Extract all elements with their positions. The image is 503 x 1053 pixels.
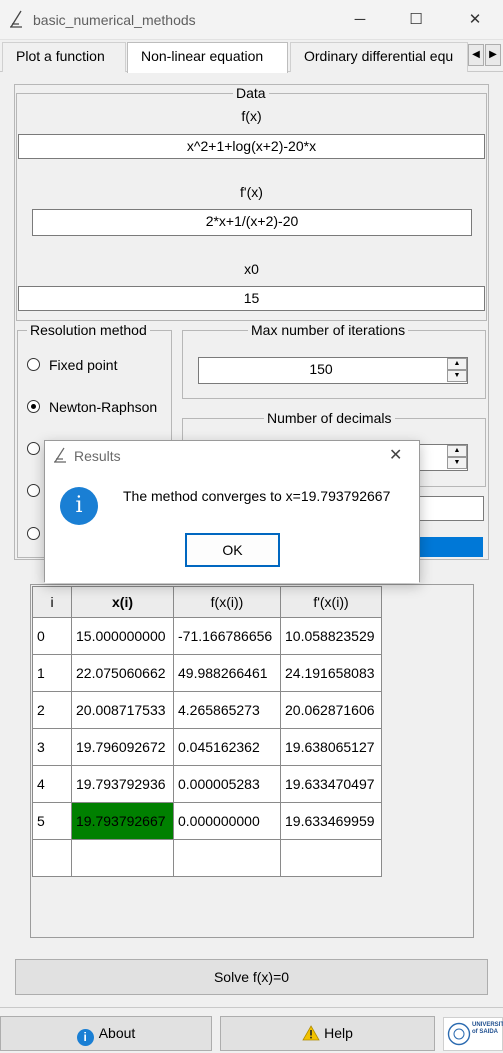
cell-xi[interactable]: 19.796092672	[71, 728, 174, 766]
table-row[interactable]: 2 20.008717533 4.265865273 20.062871606	[32, 691, 382, 729]
cell-fxi[interactable]: 49.988266461	[173, 654, 281, 692]
data-legend: Data	[233, 85, 269, 101]
results-table: i x(i) f(x(i)) f'(x(i)) 0 15.000000000 -…	[30, 584, 474, 938]
cell-dfxi[interactable]: 24.191658083	[280, 654, 382, 692]
table-row[interactable]: 5 19.793792667 0.000000000 19.633469959	[32, 802, 382, 840]
table-row[interactable]: 0 15.000000000 -71.166786656 10.05882352…	[32, 617, 382, 655]
table-row[interactable]: 1 22.075060662 49.988266461 24.191658083	[32, 654, 382, 692]
radio-newton-raphson-circle[interactable]	[27, 400, 40, 413]
cell-xi[interactable]: 15.000000000	[71, 617, 174, 655]
fx-input[interactable]: x^2+1+log(x+2)-20*x	[18, 134, 485, 159]
max-iterations-legend: Max number of iterations	[248, 322, 409, 338]
cell-fxi[interactable]: 4.265865273	[173, 691, 281, 729]
info-icon: i	[60, 487, 98, 525]
radio-fixed-point-label: Fixed point	[49, 357, 118, 373]
cell-empty[interactable]	[173, 839, 281, 877]
table-row[interactable]: 3 19.796092672 0.045162362 19.638065127	[32, 728, 382, 766]
cell-dfxi[interactable]: 10.058823529	[280, 617, 382, 655]
dialog-message: The method converges to x=19.793792667	[123, 488, 391, 504]
cell-dfxi[interactable]: 19.633469959	[280, 802, 382, 840]
resolution-method-legend: Resolution method	[27, 322, 150, 338]
radio-option-5-circle[interactable]	[27, 527, 40, 540]
tab-plot-function[interactable]: Plot a function	[2, 42, 126, 72]
ok-button[interactable]: OK	[185, 533, 280, 567]
radio-newton-raphson-label: Newton-Raphson	[49, 399, 158, 415]
cell-i[interactable]: 0	[32, 617, 72, 655]
cell-dfxi[interactable]: 19.633470497	[280, 765, 382, 803]
university-logo-text: UNIVERSITY of SAIDA	[472, 1022, 503, 1035]
table-row-empty[interactable]	[32, 839, 382, 877]
dialog-app-icon	[53, 447, 67, 466]
results-dialog: Results ✕ i The method converges to x=19…	[44, 440, 420, 583]
cell-i[interactable]: 3	[32, 728, 72, 766]
decimals-legend: Number of decimals	[264, 410, 395, 426]
dialog-title: Results	[74, 448, 121, 464]
help-button[interactable]: Help	[220, 1016, 435, 1051]
cell-empty[interactable]	[71, 839, 174, 877]
column-header-dfxi[interactable]: f'(x(i))	[280, 586, 382, 618]
cell-i[interactable]: 4	[32, 765, 72, 803]
tab-non-linear-equation[interactable]: Non-linear equation	[127, 42, 288, 73]
dialog-close-button[interactable]: ✕	[389, 445, 402, 465]
tab-scroll-left-button[interactable]: ◀	[468, 44, 484, 66]
bottom-separator	[0, 1007, 503, 1008]
radio-newton-raphson[interactable]: Newton-Raphson	[27, 399, 172, 419]
warning-icon	[302, 1020, 320, 1053]
about-button[interactable]: i About	[0, 1016, 212, 1051]
dialog-body: i The method converges to x=19.793792667…	[45, 471, 419, 583]
dfx-input[interactable]: 2*x+1/(x+2)-20	[32, 209, 472, 236]
cell-empty[interactable]	[32, 839, 72, 877]
cell-fxi[interactable]: -71.166786656	[173, 617, 281, 655]
info-icon: i	[76, 1029, 94, 1046]
max-iterations-down-button[interactable]: ▼	[447, 370, 467, 382]
cell-i[interactable]: 2	[32, 691, 72, 729]
x0-label: x0	[244, 261, 259, 277]
cell-i[interactable]: 1	[32, 654, 72, 692]
close-button[interactable]: ✕	[460, 8, 490, 32]
minimize-button[interactable]: ─	[345, 8, 375, 32]
dfx-label: f'(x)	[240, 184, 263, 200]
decimals-up-button[interactable]: ▲	[447, 445, 467, 457]
about-label: About	[98, 1025, 136, 1041]
app-icon	[8, 10, 24, 31]
column-header-fxi[interactable]: f(x(i))	[173, 586, 281, 618]
radio-fixed-point-circle[interactable]	[27, 358, 40, 371]
cell-i[interactable]: 5	[32, 802, 72, 840]
solve-button[interactable]: Solve f(x)=0	[15, 959, 488, 995]
cell-xi[interactable]: 20.008717533	[71, 691, 174, 729]
title-bar[interactable]: basic_numerical_methods ─ ☐ ✕	[0, 0, 503, 40]
result-field[interactable]	[410, 496, 484, 521]
fx-label: f(x)	[241, 108, 262, 124]
cell-xi[interactable]: 19.793792936	[71, 765, 174, 803]
window-title: basic_numerical_methods	[33, 12, 196, 28]
cell-fxi[interactable]: 0.000005283	[173, 765, 281, 803]
cell-fxi[interactable]: 0.045162362	[173, 728, 281, 766]
university-seal-icon	[447, 1022, 471, 1046]
cell-fxi[interactable]: 0.000000000	[173, 802, 281, 840]
university-logo: UNIVERSITY of SAIDA	[443, 1017, 503, 1051]
max-iterations-up-button[interactable]: ▲	[447, 358, 467, 370]
radio-option-4-circle[interactable]	[27, 484, 40, 497]
x0-input[interactable]: 15	[18, 286, 485, 311]
tab-scroll-right-button[interactable]: ▶	[485, 44, 501, 66]
maximize-button[interactable]: ☐	[401, 8, 431, 32]
cell-dfxi[interactable]: 19.638065127	[280, 728, 382, 766]
cell-dfxi[interactable]: 20.062871606	[280, 691, 382, 729]
column-header-xi[interactable]: x(i)	[71, 586, 174, 618]
radio-fixed-point[interactable]: Fixed point	[27, 357, 167, 377]
cell-xi-converged[interactable]: 19.793792667	[71, 802, 174, 840]
decimals-down-button[interactable]: ▼	[447, 457, 467, 469]
progress-bar	[420, 537, 483, 557]
dialog-title-bar[interactable]: Results ✕	[45, 441, 419, 471]
column-header-i[interactable]: i	[32, 586, 72, 618]
radio-option-3-circle[interactable]	[27, 442, 40, 455]
max-iterations-spinbox[interactable]: 150	[198, 357, 468, 384]
table-row[interactable]: 4 19.793792936 0.000005283 19.633470497	[32, 765, 382, 803]
cell-xi[interactable]: 22.075060662	[71, 654, 174, 692]
tab-ordinary-differential-equation[interactable]: Ordinary differential equ	[290, 42, 468, 72]
cell-empty[interactable]	[280, 839, 382, 877]
help-label: Help	[324, 1025, 353, 1041]
